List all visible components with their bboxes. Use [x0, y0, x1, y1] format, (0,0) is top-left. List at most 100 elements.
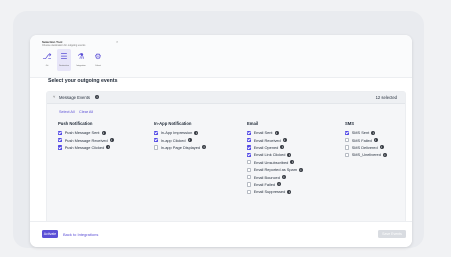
- checkbox[interactable]: [247, 160, 252, 165]
- checkbox[interactable]: [247, 145, 252, 150]
- event-checkbox[interactable]: Email Failed i: [247, 181, 303, 188]
- event-checkbox[interactable]: Email Reported as Spam i: [247, 166, 303, 173]
- info-icon[interactable]: i: [298, 167, 303, 172]
- event-checkbox[interactable]: SMS Delivered i: [345, 144, 387, 151]
- checkbox[interactable]: [345, 152, 350, 157]
- header-close-icon[interactable]: ×: [116, 39, 118, 44]
- column-title: Push Notification: [58, 121, 93, 126]
- save-events-button[interactable]: Save Events: [378, 230, 406, 238]
- checkbox[interactable]: [154, 137, 159, 143]
- checkbox[interactable]: [345, 130, 350, 135]
- info-icon[interactable]: i: [202, 145, 207, 150]
- event-checkbox[interactable]: In-app Page Displayed i: [154, 144, 207, 151]
- column-in-app-notification: In-App Notification In-App Impression i I…: [154, 121, 207, 151]
- event-checkbox[interactable]: SMS_Unelivered i: [345, 151, 387, 158]
- destination-destination[interactable]: ☰ Destination: [57, 49, 71, 71]
- event-label: SMS Failed: [351, 137, 372, 143]
- info-icon[interactable]: i: [277, 182, 282, 187]
- event-label: In-app Page Displayed: [160, 144, 201, 150]
- event-checkbox[interactable]: In-app Clicked i: [154, 136, 206, 143]
- event-label: Email Opened: [253, 144, 279, 150]
- panel-title: Message Events: [59, 95, 90, 100]
- event-checkbox[interactable]: In-App Impression i: [154, 129, 206, 136]
- git-icon: ⎇: [42, 52, 52, 61]
- info-icon[interactable]: i: [109, 138, 114, 143]
- info-icon[interactable]: i: [194, 130, 199, 135]
- checkbox[interactable]: [247, 174, 252, 180]
- event-checkbox[interactable]: Email Received i: [247, 136, 303, 143]
- destination-label: Git: [45, 65, 49, 67]
- event-label: Email Suppressed: [253, 189, 286, 195]
- event-checkbox[interactable]: Email Opened i: [247, 144, 303, 151]
- event-label: Push Message Received: [64, 137, 108, 143]
- event-label: Email Unsubscribed: [253, 159, 289, 165]
- info-icon[interactable]: i: [287, 152, 292, 157]
- destination-integration[interactable]: ⚗ Integration: [74, 49, 88, 71]
- event-checkbox[interactable]: Push Message Sent i: [58, 129, 114, 136]
- info-icon[interactable]: i: [379, 145, 384, 150]
- info-icon[interactable]: i: [274, 130, 279, 135]
- checkbox[interactable]: [58, 130, 63, 135]
- checkbox[interactable]: [247, 137, 252, 143]
- event-checkbox[interactable]: SMS Sent i: [345, 129, 387, 136]
- event-label: Email Link Clicked: [253, 152, 286, 158]
- event-label: Email Reported as Spam: [253, 167, 297, 173]
- event-checkbox[interactable]: Email Sent i: [247, 129, 303, 136]
- event-label: Email Sent: [253, 130, 273, 136]
- checkbox[interactable]: [247, 182, 252, 187]
- event-checkbox[interactable]: Email Link Clicked i: [247, 151, 303, 158]
- event-checkbox[interactable]: Push Message Received i: [58, 136, 114, 143]
- footer-bar: Activate Back to Integrations Save Event…: [30, 221, 412, 247]
- event-label: SMS_Unelivered: [351, 152, 381, 158]
- event-checkbox[interactable]: Email Suppressed i: [247, 188, 303, 195]
- destination-label: Integration: [76, 65, 86, 67]
- chevron-down-icon[interactable]: ˅: [53, 94, 55, 99]
- info-icon[interactable]: i: [106, 145, 111, 150]
- event-label: SMS Delivered: [351, 144, 378, 150]
- event-label: Push Message Sent: [64, 130, 100, 136]
- clear-all-link[interactable]: Clear All: [79, 110, 93, 114]
- destination-label: Destination: [58, 65, 69, 67]
- info-icon[interactable]: i: [382, 152, 387, 157]
- checkbox[interactable]: [247, 130, 252, 135]
- event-label: SMS Sent: [351, 130, 370, 136]
- checkbox[interactable]: [154, 130, 159, 135]
- info-icon[interactable]: i: [101, 130, 106, 135]
- checkbox[interactable]: [247, 189, 252, 194]
- info-icon[interactable]: i: [287, 189, 292, 194]
- event-checkbox[interactable]: Email Bounced i: [247, 173, 303, 180]
- checkbox[interactable]: [247, 167, 252, 172]
- column-push-notification: Push Notification Push Message Sent i Pus…: [58, 121, 114, 151]
- info-icon[interactable]: i: [187, 138, 192, 143]
- checkbox[interactable]: [154, 145, 159, 150]
- checkbox[interactable]: [247, 152, 252, 157]
- destination-label: Cohort: [94, 65, 101, 67]
- select-all-link[interactable]: Select All: [59, 110, 75, 114]
- back-to-integrations-link[interactable]: Back to Integrations: [63, 232, 98, 237]
- info-icon[interactable]: i: [280, 145, 285, 150]
- destination-list: ⎇ Git ☰ Destination ⚗ Integration ⚙ Coho…: [40, 49, 105, 71]
- event-label: In-app Clicked: [160, 137, 186, 143]
- info-icon[interactable]: i: [282, 138, 287, 143]
- event-checkbox[interactable]: SMS Failed i: [345, 136, 387, 143]
- destination-cohort[interactable]: ⚙ Cohort: [91, 49, 105, 71]
- checkbox[interactable]: [58, 137, 63, 143]
- info-icon[interactable]: i: [281, 175, 286, 180]
- destination-git[interactable]: ⎇ Git: [40, 49, 54, 71]
- checkbox[interactable]: [345, 145, 350, 150]
- integration-window: Selection Tool Choose destination for ou…: [30, 35, 412, 247]
- checkbox[interactable]: [345, 137, 350, 143]
- gear-icon: ⚙: [94, 52, 102, 61]
- info-icon[interactable]: i: [371, 130, 376, 135]
- stack-icon: ☰: [60, 52, 68, 61]
- activate-button[interactable]: Activate: [42, 230, 58, 238]
- info-icon[interactable]: i: [290, 160, 295, 165]
- checkbox[interactable]: [58, 145, 63, 150]
- event-checkbox[interactable]: Push Message Clicked i: [58, 144, 114, 151]
- info-icon[interactable]: i: [373, 138, 378, 143]
- panel-header[interactable]: ˅ Message Events i 12 selected: [47, 92, 405, 104]
- column-sms: SMS SMS Sent i SMS Failed i SMS Delivered i…: [345, 121, 387, 159]
- event-label: Push Message Clicked: [64, 144, 105, 150]
- info-icon[interactable]: i: [95, 94, 99, 99]
- event-checkbox[interactable]: Email Unsubscribed i: [247, 159, 303, 166]
